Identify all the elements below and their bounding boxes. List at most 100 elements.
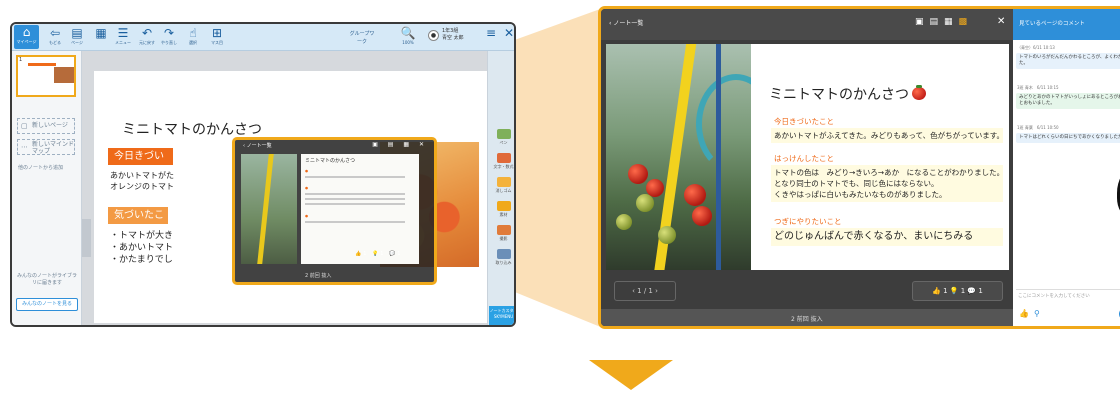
viewer-bottom-label: 2 前回 抜入 bbox=[791, 316, 823, 323]
page-list-panel: 1 ▢ 新しいページ ⋯ 新しいマインドマップ 他のノートから追加 みんなのノー… bbox=[12, 51, 82, 325]
add-from-other-note-link[interactable]: 他のノートから追加 bbox=[18, 164, 63, 171]
camera-icon bbox=[496, 225, 511, 235]
new-page-icon: ▢ bbox=[21, 122, 28, 130]
redo-button[interactable]: ↷ やり直し bbox=[158, 26, 180, 48]
toolbar-label: メニュー bbox=[115, 40, 131, 45]
comment-bubble[interactable]: トマトはどれくらいの日にちであかくなりましたか？ bbox=[1016, 133, 1120, 143]
viewer-close-icon[interactable]: ✕ bbox=[997, 16, 1005, 27]
screenshot-stage: ⌂ マイページ ⇦ もどる ▤ ページ ▦ ☰ メニュー ↶ 元に戻す ↷ やり直し ☝ 選択 ⊞ マス目 … bbox=[0, 0, 1120, 396]
layout-split-icon[interactable]: ▤ bbox=[930, 17, 945, 27]
eraser-icon bbox=[496, 177, 511, 187]
mypage-button[interactable]: ⌂ マイページ bbox=[14, 25, 39, 49]
menu-button[interactable]: ☰ メニュー bbox=[112, 26, 134, 48]
popup-tools[interactable]: ▣ ▤ ▦ ✕ bbox=[372, 141, 428, 148]
comment-input[interactable]: ここにコメントを入力してください bbox=[1016, 289, 1120, 301]
user-name: 青空 太郎 bbox=[442, 35, 464, 41]
popup-back-link[interactable]: ‹ ノート一覧 bbox=[243, 142, 272, 149]
sheet-text-line: あかいトマトがた bbox=[110, 171, 174, 180]
sheet-bullet: ・あかいトマト bbox=[110, 243, 174, 253]
tomato-icon bbox=[912, 85, 926, 100]
close-icon[interactable]: ✕ bbox=[498, 26, 514, 48]
comment-panel-icon[interactable]: ▩ bbox=[959, 17, 974, 27]
viewer-back-label: ノート一覧 bbox=[613, 20, 644, 27]
group-work-button[interactable]: グループワーク bbox=[348, 26, 376, 48]
viewer-title: ミニトマトのかんさつ bbox=[769, 84, 926, 104]
import-icon bbox=[496, 249, 511, 259]
eraser-tool-button[interactable]: 消しゴム bbox=[490, 177, 514, 194]
toolbar-label: 選択 bbox=[189, 40, 197, 45]
redo-icon: ↷ bbox=[163, 26, 175, 40]
tool-label: 撮影 bbox=[499, 236, 508, 241]
note-preview-popup[interactable]: ‹ ノート一覧 ▣ ▤ ▦ ✕ ミニトマトのかんさつ ● ● ● 👍1 💡1 💬… bbox=[232, 137, 437, 285]
comment-meta: （青空）6/11 10:13 bbox=[1017, 45, 1055, 50]
tomato-plant-photo bbox=[606, 44, 751, 270]
pen-tool-button[interactable]: ペン bbox=[490, 129, 514, 146]
comment-panel: 見ているページのコメント （青空）6/11 10:13 トマトのいろがだんだんかわ… bbox=[1013, 9, 1120, 326]
collapse-panel-tab[interactable] bbox=[82, 219, 91, 257]
viewer-back-link[interactable]: ‹ ノート一覧 bbox=[609, 18, 643, 27]
thumb-heading bbox=[28, 63, 56, 66]
tool-label: 消しゴム bbox=[495, 188, 512, 193]
layout-single-icon[interactable]: ▣ bbox=[915, 17, 930, 27]
comment-actions: 👍⚲ bbox=[1019, 309, 1045, 318]
viewer-title-text: ミニトマトのかんさつ bbox=[769, 87, 909, 103]
page-active-button[interactable]: ▦ bbox=[90, 26, 112, 48]
user-info[interactable]: ● 1年3組 青空 太郎 bbox=[428, 26, 474, 48]
toolbar: ⌂ マイページ ⇦ もどる ▤ ページ ▦ ☰ メニュー ↶ 元に戻す ↷ やり直し ☝ 選択 ⊞ マス目 … bbox=[12, 24, 514, 51]
select-button[interactable]: ☝ 選択 bbox=[182, 26, 204, 48]
comment-bubble[interactable]: みどりとあかのトマトがいっしょにあるところがおもしろいとおもいました。 bbox=[1016, 93, 1120, 109]
new-mindmap-button[interactable]: ⋯ 新しいマインドマップ bbox=[17, 139, 75, 155]
sheet-text-line: オレンジのトマト bbox=[110, 182, 174, 191]
page-pager[interactable]: ‹ 1 / 1 › bbox=[614, 281, 676, 301]
undo-button[interactable]: ↶ 元に戻す bbox=[136, 26, 158, 48]
enlarged-note-viewer: ‹ ノート一覧 ▣▤▦▩ ✕ ミニトマトのかんさつ 今日きづいたことあかいトマト… bbox=[598, 6, 1120, 329]
section-heading: つぎにやりたいこと bbox=[774, 217, 842, 226]
toolbar-label: 元に戻す bbox=[139, 40, 155, 45]
zoom-button[interactable]: 🔍 100% bbox=[394, 26, 422, 48]
section-text: くきやはっぱに白いもみたいなものがありました。 bbox=[771, 187, 1003, 202]
skymenu-button[interactable]: ノートカスタム SKYMENU bbox=[489, 306, 514, 325]
grid-button[interactable]: ⊞ マス目 bbox=[206, 26, 228, 48]
layout-grid-icon[interactable]: ▦ bbox=[944, 17, 959, 27]
toolbar-label: マス目 bbox=[211, 40, 223, 45]
viewer-bottombar: 2 前回 抜入 bbox=[601, 309, 1013, 326]
import-tool-button[interactable]: 取り込み bbox=[490, 249, 514, 266]
section-text: あかいトマトがふえてきた。みどりもあって、色がちがっています。 bbox=[771, 128, 1004, 143]
comment-panel-title: 見ているページのコメント bbox=[1019, 21, 1085, 27]
viewer-topbar: ‹ ノート一覧 ▣▤▦▩ ✕ bbox=[601, 9, 1013, 40]
section-heading: 今日きづいたこと bbox=[774, 117, 834, 126]
comment-meta: 1班 青葉 6/11 10:50 bbox=[1017, 125, 1059, 130]
select-icon: ☝ bbox=[189, 26, 197, 40]
tool-label: 素材 bbox=[499, 212, 508, 217]
new-page-label: 新しいページ bbox=[32, 122, 68, 129]
new-page-button[interactable]: ▢ 新しいページ bbox=[17, 118, 75, 134]
back-arrow-button[interactable]: ⇦ もどる bbox=[44, 26, 66, 48]
view-all-notes-button[interactable]: みんなのノートを見る bbox=[16, 298, 78, 311]
comment-bubble[interactable]: トマトのいろがだんだんかわるところが、よくわかりました。 bbox=[1016, 53, 1120, 69]
mypage-label: マイページ bbox=[16, 39, 37, 44]
text-icon bbox=[496, 153, 511, 163]
popup-document: ミニトマトのかんさつ ● ● ● bbox=[301, 154, 419, 264]
page-thumbnail[interactable]: 1 bbox=[16, 55, 76, 97]
text-tool-button[interactable]: 文字・数式 bbox=[490, 153, 514, 170]
tool-label: 取り込み bbox=[495, 260, 512, 265]
menu-icon: ☰ bbox=[117, 26, 129, 40]
page-button[interactable]: ▤ ページ bbox=[66, 26, 88, 48]
penguin-mascot bbox=[1109, 161, 1120, 231]
tool-label: ペン bbox=[499, 140, 508, 145]
note-canvas[interactable]: ミニトマトのかんさつ 今日きづいたこと あかいトマトがた オレンジのトマト 気づ… bbox=[82, 51, 487, 325]
popup-reactions[interactable]: 👍1 💡1 💬1 bbox=[355, 251, 402, 257]
like-icon[interactable]: 👍 bbox=[1019, 309, 1034, 318]
section-heading: はっけんしたこと bbox=[774, 154, 834, 163]
reaction-counts[interactable]: 👍 1 💡 1 💬 1 bbox=[912, 281, 1003, 301]
viewer-tools[interactable]: ▣▤▦▩ bbox=[915, 17, 973, 27]
new-mindmap-label: 新しいマインドマップ bbox=[32, 141, 75, 155]
folder-tool-button[interactable]: 素材 bbox=[490, 201, 514, 218]
user-class: 1年3組 bbox=[442, 28, 459, 34]
zoom-level: 100% bbox=[402, 40, 414, 45]
camera-tool-button[interactable]: 撮影 bbox=[490, 225, 514, 242]
toolbar-label: もどる bbox=[49, 40, 61, 45]
back-arrow-icon: ⇦ bbox=[49, 26, 61, 40]
location-pin-icon[interactable]: ⚲ bbox=[1034, 309, 1045, 318]
comment-panel-header: 見ているページのコメント bbox=[1013, 9, 1120, 40]
